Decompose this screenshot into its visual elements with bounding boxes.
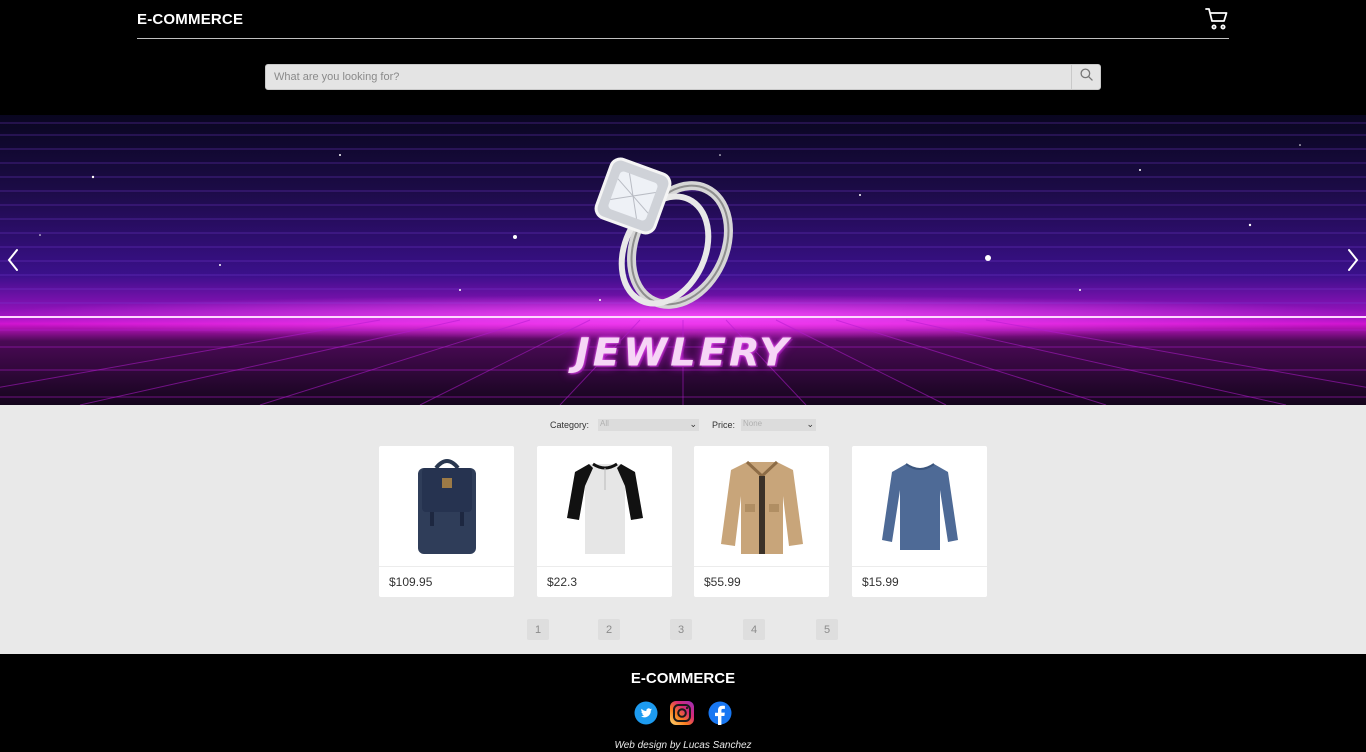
carousel-next-button[interactable] [1345, 247, 1361, 273]
search-icon [1079, 68, 1093, 86]
carousel-prev-button[interactable] [5, 247, 21, 273]
search-input[interactable] [266, 65, 1072, 89]
product-image-jacket [694, 446, 829, 566]
product-price: $22.3 [547, 575, 578, 589]
page-2-button[interactable]: 2 [598, 619, 620, 640]
product-card[interactable]: $15.99 [852, 446, 987, 597]
product-image-raglan-shirt [537, 446, 672, 566]
page-5-button[interactable]: 5 [816, 619, 838, 640]
page-3-button[interactable]: 3 [670, 619, 692, 640]
product-price: $15.99 [862, 575, 899, 589]
chevron-down-icon: ⌄ [806, 419, 814, 429]
banner-title: JEWLERY [574, 331, 792, 375]
page-1-button[interactable]: 1 [527, 619, 549, 640]
facebook-icon[interactable] [708, 701, 732, 726]
shopping-cart-icon[interactable] [1205, 7, 1229, 31]
category-value: All [600, 419, 609, 428]
footer: E-COMMERCE Web design by Lucas Sanchez [0, 654, 1366, 752]
card-divider [379, 566, 514, 567]
twitter-icon[interactable] [634, 701, 658, 725]
product-image-long-sleeve-shirt [852, 446, 987, 566]
product-card[interactable]: $109.95 [379, 446, 514, 597]
hero-carousel: JEWLERY [0, 115, 1366, 405]
product-image-backpack [379, 446, 514, 566]
brand-logo[interactable]: E-COMMERCE [137, 11, 243, 28]
category-select[interactable]: All ⌄ [598, 419, 699, 431]
product-card[interactable]: $55.99 [694, 446, 829, 597]
price-value: None [743, 419, 763, 428]
page-4-button[interactable]: 4 [743, 619, 765, 640]
header: E-COMMERCE [0, 0, 1366, 115]
search-bar [265, 64, 1101, 90]
price-label: Price: [712, 420, 736, 430]
card-divider [537, 566, 672, 567]
footer-credit: Web design by Lucas Sanchez [614, 740, 752, 751]
product-price: $109.95 [389, 575, 433, 589]
search-button[interactable] [1071, 65, 1100, 89]
instagram-icon[interactable] [670, 701, 694, 725]
footer-brand: E-COMMERCE [630, 670, 736, 687]
price-select[interactable]: None ⌄ [741, 419, 816, 431]
card-divider [852, 566, 987, 567]
card-divider [694, 566, 829, 567]
chevron-down-icon: ⌄ [689, 419, 697, 429]
header-bar: E-COMMERCE [137, 0, 1229, 39]
filters-bar: Category: All ⌄ Price: None ⌄ [0, 419, 1366, 433]
product-price: $55.99 [704, 575, 741, 589]
product-card[interactable]: $22.3 [537, 446, 672, 597]
category-label: Category: [550, 420, 590, 430]
